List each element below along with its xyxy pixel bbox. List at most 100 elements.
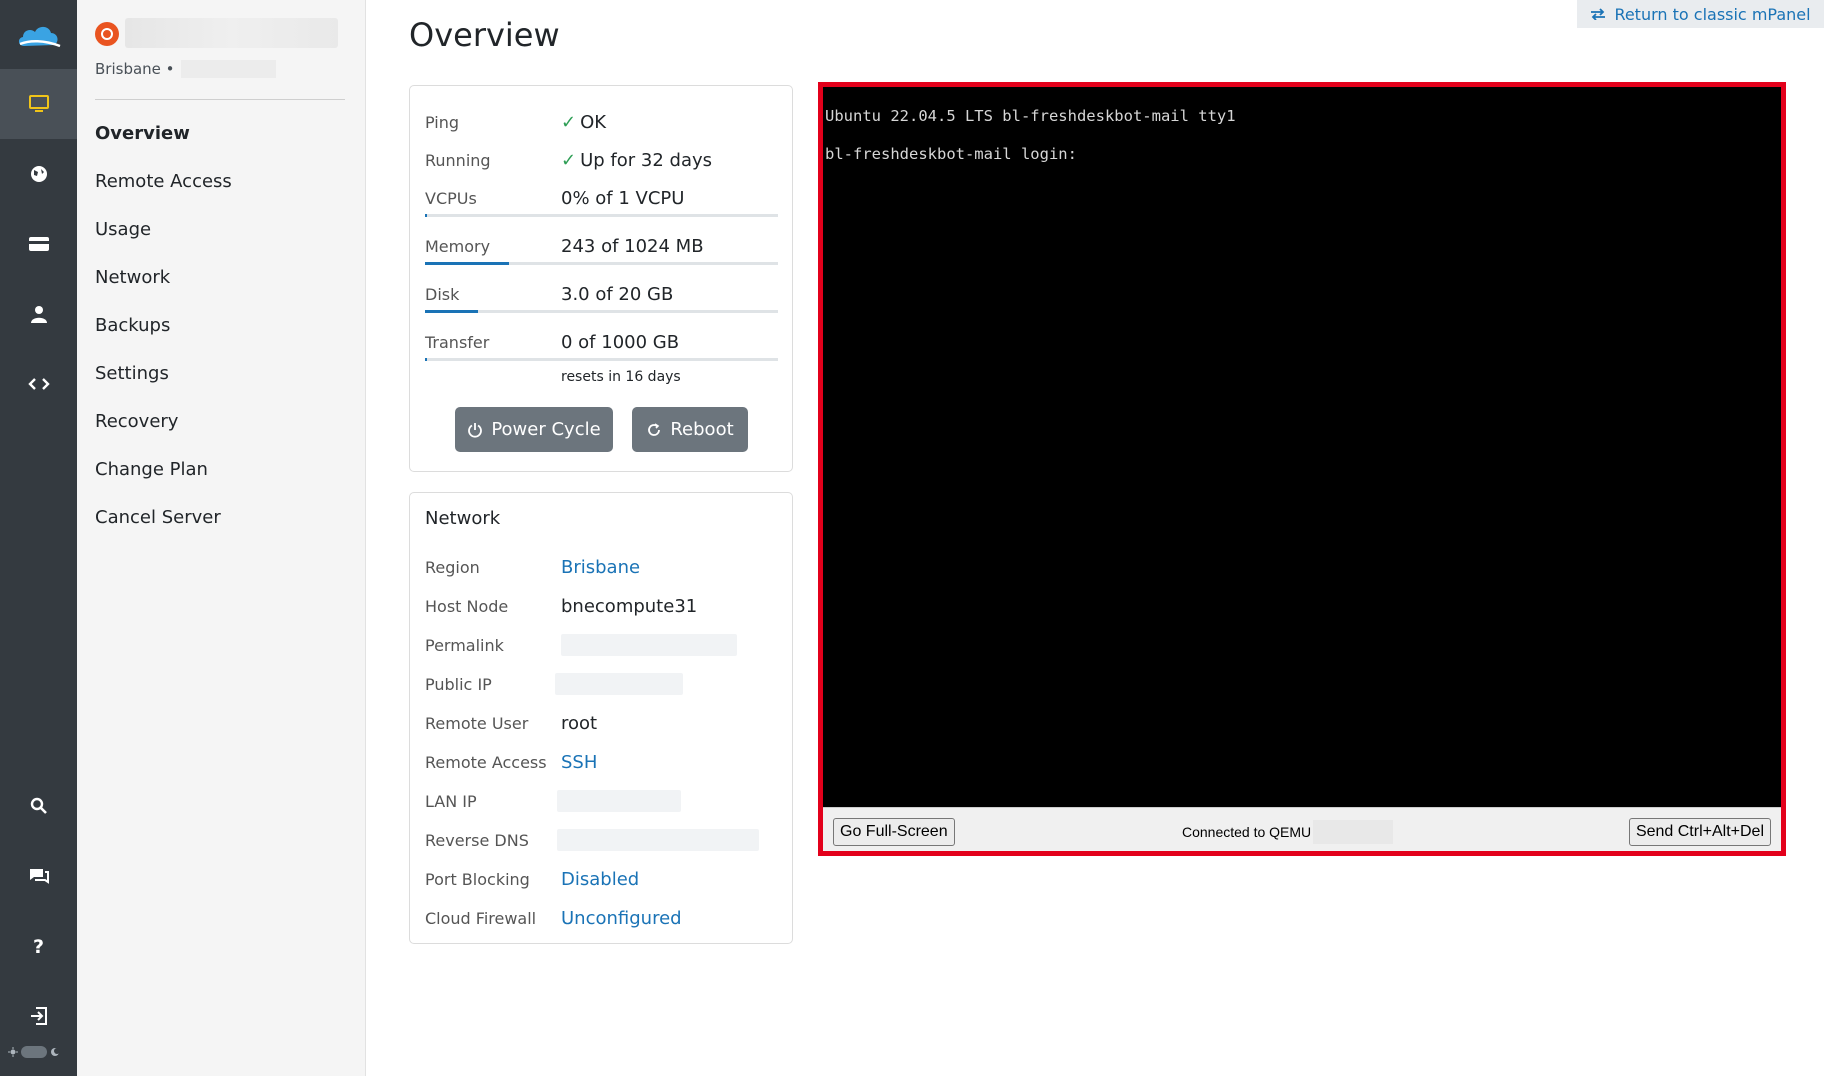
cloud-firewall-link[interactable]: Unconfigured [561,908,682,929]
icon-rail: ? [0,0,77,1076]
disk-bar-fill [425,310,478,313]
host-node-row: Host Node bnecompute31 [425,591,778,621]
nav-usage[interactable]: Usage [95,214,232,262]
cloud-firewall-row: Cloud Firewall Unconfigured [425,903,778,933]
ubuntu-icon [95,22,119,46]
user-icon[interactable] [0,279,77,349]
ping-value: ✓ OK [561,112,606,133]
nav-network[interactable]: Network [95,262,232,310]
cloud-logo[interactable] [0,0,77,70]
host-node-value: bnecompute31 [561,595,698,617]
public-ip-redacted [555,673,683,695]
status-card: Ping ✓ OK Running ✓ Up for 32 days VCPUs 0… [409,85,793,472]
check-icon: ✓ [561,149,577,171]
permalink-label: Permalink [425,635,504,655]
svg-text:?: ? [33,936,44,956]
moon-icon [51,1048,60,1056]
region-label: Region [425,557,480,577]
transfer-reset-note: resets in 16 days [561,369,681,385]
console-line: Ubuntu 22.04.5 LTS bl-freshdeskbot-mail … [825,107,1236,125]
remote-access-label: Remote Access [425,752,547,772]
power-cycle-button[interactable]: Power Cycle [455,407,613,452]
lan-ip-label: LAN IP [425,791,477,811]
search-icon[interactable] [0,771,77,841]
console-line: bl-freshdeskbot-mail login: [825,145,1077,163]
vcpus-bar [425,214,778,217]
remote-user-label: Remote User [425,713,529,733]
nav-overview[interactable]: Overview [95,118,232,166]
code-icon[interactable] [0,349,77,419]
running-row: Running ✓ Up for 32 days [425,145,778,175]
memory-label: Memory [425,236,491,256]
server-ip-redacted [180,60,276,78]
transfer-bar-fill [425,358,427,361]
ping-text: OK [580,111,607,133]
memory-bar-fill [425,262,509,265]
disk-row: Disk 3.0 of 20 GB [425,279,778,309]
vcpus-label: VCPUs [425,188,477,208]
power-icon [468,422,483,438]
fullscreen-button[interactable]: Go Full-Screen [833,818,955,846]
ctrl-alt-del-button[interactable]: Send Ctrl+Alt+Del [1628,818,1771,846]
vm-name-redacted [1313,820,1394,844]
nav-change-plan[interactable]: Change Plan [95,454,232,502]
nav-recovery[interactable]: Recovery [95,406,232,454]
reverse-dns-redacted [557,829,759,851]
monitor-icon[interactable] [0,69,77,139]
console-screen[interactable]: Ubuntu 22.04.5 LTS bl-freshdeskbot-mail … [823,87,1781,807]
transfer-bar [425,358,778,361]
nav-backups[interactable]: Backups [95,310,232,358]
ssh-link[interactable]: SSH [561,752,597,773]
swap-icon [1591,8,1606,20]
reverse-dns-row: Reverse DNS [425,825,778,855]
ping-row: Ping ✓ OK [425,107,778,137]
logout-icon[interactable] [0,981,77,1051]
permalink-redacted [561,634,737,656]
vcpus-bar-fill [425,214,427,217]
transfer-value: 0 of 1000 GB [561,331,680,353]
return-classic-link[interactable]: Return to classic mPanel [1577,0,1824,28]
disk-value: 3.0 of 20 GB [561,283,674,305]
server-sidebar: Brisbane • Overview Remote Access Usage … [77,0,366,1076]
location-label: Brisbane • [95,60,175,78]
running-text: Up for 32 days [580,149,712,171]
chat-icon[interactable] [0,841,77,911]
console-toolbar: Go Full-Screen Connected to QEMU Send Ct… [823,807,1781,851]
region-link[interactable]: Brisbane [561,557,640,578]
memory-value: 243 of 1024 MB [561,235,704,257]
check-icon: ✓ [561,111,577,133]
server-nav: Overview Remote Access Usage Network Bac… [95,118,232,550]
region-row: Region Brisbane [425,552,778,582]
connection-status: Connected to QEMU [1182,820,1394,844]
transfer-label: Transfer [425,332,490,352]
credit-card-icon[interactable] [0,209,77,279]
memory-bar [425,262,778,265]
port-blocking-link[interactable]: Disabled [561,869,639,890]
disk-bar [425,310,778,313]
globe-icon[interactable] [0,139,77,209]
vcpus-row: VCPUs 0% of 1 VCPU [425,183,778,213]
reboot-button[interactable]: Reboot [632,407,748,452]
ping-label: Ping [425,112,460,132]
connection-status-text: Connected to QEMU [1182,824,1312,840]
help-icon[interactable]: ? [0,911,77,981]
lan-ip-redacted [557,790,681,812]
nav-cancel-server[interactable]: Cancel Server [95,502,232,550]
transfer-row: Transfer 0 of 1000 GB [425,327,778,357]
nav-remote-access[interactable]: Remote Access [95,166,232,214]
page-title: Overview [409,16,560,54]
network-card: Network Region Brisbane Host Node bnecom… [409,492,793,944]
vnc-console[interactable]: Ubuntu 22.04.5 LTS bl-freshdeskbot-mail … [818,82,1786,856]
sun-icon [8,1047,18,1057]
theme-toggle[interactable] [8,1046,60,1058]
nav-settings[interactable]: Settings [95,358,232,406]
permalink-row: Permalink [425,630,778,660]
memory-row: Memory 243 of 1024 MB [425,231,778,261]
reverse-dns-label: Reverse DNS [425,830,529,850]
divider [95,99,345,100]
power-cycle-label: Power Cycle [491,419,601,440]
vcpus-value: 0% of 1 VCPU [561,187,685,209]
running-label: Running [425,150,491,170]
refresh-icon [648,422,661,436]
remote-user-value: root [561,712,598,734]
